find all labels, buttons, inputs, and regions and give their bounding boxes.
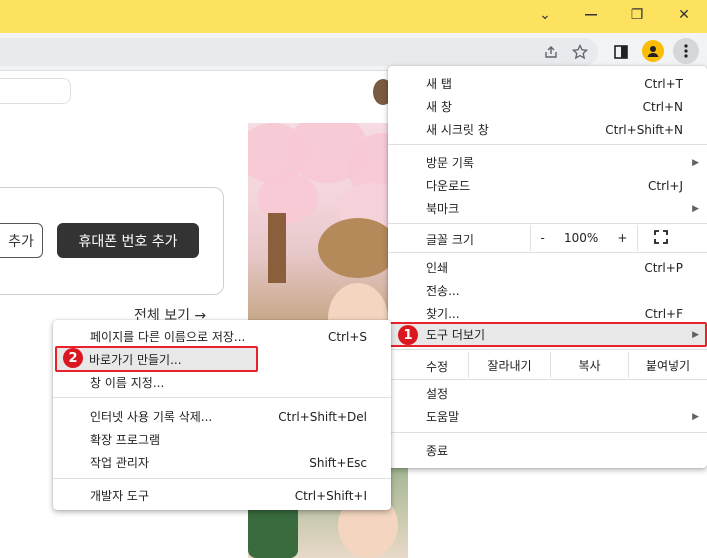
edit-label: 수정 [426,360,449,374]
menu-label: 확장 프로그램 [90,433,161,447]
menu-item-print[interactable]: 인쇄 Ctrl+P [388,256,707,279]
zoom-row: 글꼴 크기 - 100% + [388,225,707,251]
menu-label: 페이지를 다른 이름으로 저장... [90,330,246,344]
submenu-arrow-icon: ▶ [692,157,699,168]
step-badge-1: 1 [398,325,418,345]
add-button[interactable]: 추가 [0,223,43,258]
menu-shortcut: Ctrl+F [644,306,683,321]
submenu-item-task-manager[interactable]: 작업 관리자 Shift+Esc [53,451,391,474]
fullscreen-icon[interactable] [654,230,672,246]
add-phone-button[interactable]: 휴대폰 번호 추가 [57,223,199,258]
profile-icon[interactable] [642,40,664,62]
menu-label: 북마크 [426,202,460,216]
menu-item-more-tools[interactable]: 도구 더보기 ▶ [388,322,707,347]
submenu-arrow-icon: ▶ [692,329,699,340]
menu-separator [388,432,707,433]
menu-label: 설정 [426,387,449,401]
menu-label: 새 창 [426,100,452,114]
minimize-icon[interactable] [568,0,614,30]
zoom-controls: - 100% + [530,225,638,251]
menu-shortcut: Ctrl+T [644,76,683,91]
menu-shortcut: Ctrl+S [327,329,367,344]
submenu-item-name-window[interactable]: 창 이름 지정... [53,371,391,394]
menu-shortcut: Ctrl+Shift+Del [278,409,367,424]
menu-item-downloads[interactable]: 다운로드 Ctrl+J [388,174,707,197]
title-bar: ⌄ ❐ ✕ [0,0,707,33]
submenu-item-clear-data[interactable]: 인터넷 사용 기록 삭제... Ctrl+Shift+Del [53,405,391,428]
zoom-label: 글꼴 크기 [426,233,474,247]
menu-label: 새 시크릿 창 [426,123,489,137]
menu-separator [53,397,391,398]
menu-label: 방문 기록 [426,156,474,170]
share-icon[interactable] [539,40,563,64]
more-tools-submenu: 페이지를 다른 이름으로 저장... Ctrl+S 바로가기 만들기... 창 … [53,320,391,510]
menu-label: 작업 관리자 [90,456,150,470]
menu-label: 다운로드 [426,179,471,193]
menu-separator [388,144,707,145]
close-icon[interactable]: ✕ [661,0,707,30]
submenu-arrow-icon: ▶ [692,411,699,422]
menu-label: 새 탭 [426,77,452,91]
menu-shortcut: Ctrl+Shift+I [294,488,367,503]
side-panel-icon[interactable] [609,40,633,64]
menu-label: 개발자 도구 [90,489,150,503]
star-icon[interactable] [568,40,592,64]
tab-search-icon[interactable]: ⌄ [522,0,568,30]
menu-separator [388,379,707,380]
submenu-item-create-shortcut[interactable]: 바로가기 만들기... [55,346,258,372]
menu-shortcut: Ctrl+P [644,260,683,275]
menu-item-settings[interactable]: 설정 [388,382,707,405]
menu-label: 종료 [426,444,449,458]
submenu-item-extensions[interactable]: 확장 프로그램 [53,428,391,451]
menu-separator [388,252,707,253]
menu-item-new-tab[interactable]: 새 탭 Ctrl+T [388,72,707,95]
paste-button[interactable]: 붙여넣기 [628,352,707,378]
menu-item-incognito[interactable]: 새 시크릿 창 Ctrl+Shift+N [388,118,707,141]
menu-label: 도움말 [426,410,460,424]
menu-separator [53,478,391,479]
menu-label: 인터넷 사용 기록 삭제... [90,410,213,424]
menu-separator [388,223,707,224]
zoom-in-button[interactable]: + [617,231,627,245]
menu-item-cast[interactable]: 전송... [388,279,707,302]
submenu-item-dev-tools[interactable]: 개발자 도구 Ctrl+Shift+I [53,484,391,507]
menu-item-history[interactable]: 방문 기록 ▶ [388,151,707,174]
cut-button[interactable]: 잘라내기 [468,352,550,378]
menu-label: 찾기... [426,307,460,321]
menu-item-help[interactable]: 도움말 ▶ [388,405,707,428]
step-badge-2: 2 [63,348,83,368]
menu-label: 창 이름 지정... [90,376,165,390]
menu-item-bookmarks[interactable]: 북마크 ▶ [388,197,707,220]
copy-button[interactable]: 복사 [550,352,628,378]
restore-icon[interactable]: ❐ [614,0,660,30]
address-bar[interactable] [0,38,598,66]
search-input[interactable] [0,78,71,104]
menu-shortcut: Ctrl+J [648,178,683,193]
zoom-level: 100% [563,231,599,245]
menu-item-exit[interactable]: 종료 [388,439,707,462]
submenu-arrow-icon: ▶ [692,203,699,214]
menu-shortcut: Shift+Esc [309,455,367,470]
menu-shortcut: Ctrl+Shift+N [605,122,683,137]
kebab-menu-icon[interactable] [673,38,699,64]
menu-label: 인쇄 [426,261,449,275]
menu-item-new-window[interactable]: 새 창 Ctrl+N [388,95,707,118]
menu-label: 바로가기 만들기... [89,352,182,367]
menu-separator [388,349,707,350]
menu-label: 도구 더보기 [426,328,486,342]
zoom-out-button[interactable]: - [541,231,545,245]
chrome-main-menu: 새 탭 Ctrl+T 새 창 Ctrl+N 새 시크릿 창 Ctrl+Shift… [388,66,707,468]
submenu-item-save-as[interactable]: 페이지를 다른 이름으로 저장... Ctrl+S [53,325,391,348]
edit-row: 수정 잘라내기 복사 붙여넣기 [388,352,707,378]
menu-label: 전송... [426,284,460,298]
menu-shortcut: Ctrl+N [642,99,683,114]
